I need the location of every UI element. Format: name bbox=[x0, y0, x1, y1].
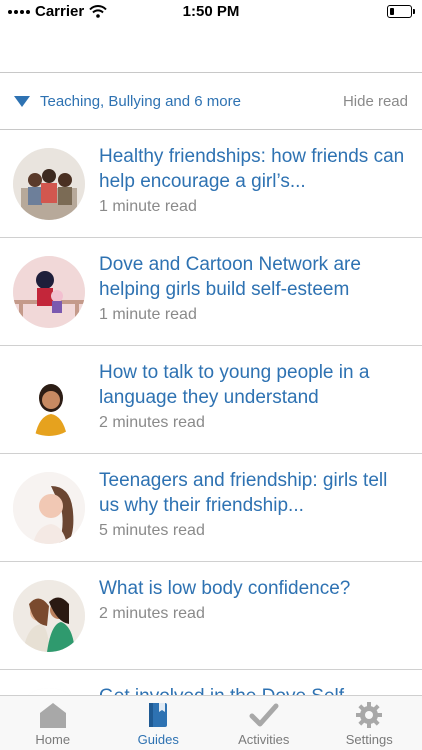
tab-activities[interactable]: Activities bbox=[211, 696, 317, 750]
tab-settings-label: Settings bbox=[345, 732, 393, 747]
article-thumbnail bbox=[13, 148, 85, 220]
tab-guides-label: Guides bbox=[137, 732, 179, 747]
triangle-down-icon[interactable] bbox=[14, 95, 30, 107]
article-read-time: 2 minutes read bbox=[99, 414, 205, 431]
filter-bar[interactable]: Teaching, Bullying and 6 more Hide read bbox=[0, 72, 422, 130]
list-item[interactable]: Teenagers and friendship: girls tell us … bbox=[0, 454, 422, 562]
tab-home-label: Home bbox=[35, 732, 71, 747]
tab-settings[interactable]: Settings bbox=[317, 696, 422, 750]
list-item[interactable]: Get involved in the Dove Self bbox=[0, 670, 422, 695]
article-thumbnail bbox=[13, 256, 85, 328]
article-read-time: 5 minutes read bbox=[99, 522, 205, 539]
filter-label[interactable]: Teaching, Bullying and 6 more bbox=[40, 93, 241, 110]
article-title[interactable]: What is low body confidence? bbox=[99, 576, 406, 601]
checkmark-icon bbox=[249, 703, 279, 727]
tab-home[interactable]: Home bbox=[0, 696, 106, 750]
status-bar: Carrier 1:50 PM bbox=[0, 0, 422, 24]
battery-icon bbox=[387, 5, 415, 18]
article-title[interactable]: Healthy friendships: how friends can hel… bbox=[99, 144, 406, 194]
article-title[interactable]: Teenagers and friendship: girls tell us … bbox=[99, 468, 406, 518]
article-title[interactable]: Get involved in the Dove Self bbox=[99, 684, 406, 695]
tab-activities-label: Activities bbox=[238, 732, 290, 747]
article-thumbnail bbox=[13, 580, 85, 652]
tab-bar: Home Guides Activities Settings bbox=[0, 695, 422, 750]
article-list[interactable]: Healthy friendships: how friends can hel… bbox=[0, 130, 422, 695]
article-title[interactable]: Dove and Cartoon Network are helping gir… bbox=[99, 252, 406, 302]
article-read-time: 1 minute read bbox=[99, 306, 197, 323]
article-read-time: 1 minute read bbox=[99, 198, 197, 215]
article-thumbnail bbox=[13, 472, 85, 544]
status-time: 1:50 PM bbox=[182, 3, 240, 20]
list-item[interactable]: Dove and Cartoon Network are helping gir… bbox=[0, 238, 422, 346]
hide-read-button[interactable]: Hide read bbox=[343, 93, 408, 110]
article-read-time: 2 minutes read bbox=[99, 605, 205, 622]
article-thumbnail bbox=[13, 364, 85, 436]
list-item[interactable]: Healthy friendships: how friends can hel… bbox=[0, 130, 422, 238]
book-icon bbox=[149, 703, 168, 727]
tab-guides[interactable]: Guides bbox=[106, 696, 212, 750]
navigation-bar bbox=[0, 24, 422, 72]
article-title[interactable]: How to talk to young people in a languag… bbox=[99, 360, 406, 410]
home-icon bbox=[39, 703, 66, 728]
article-thumbnail bbox=[13, 688, 85, 695]
list-item[interactable]: What is low body confidence? 2 minutes r… bbox=[0, 562, 422, 670]
list-item[interactable]: How to talk to young people in a languag… bbox=[0, 346, 422, 454]
gear-icon bbox=[356, 702, 383, 728]
